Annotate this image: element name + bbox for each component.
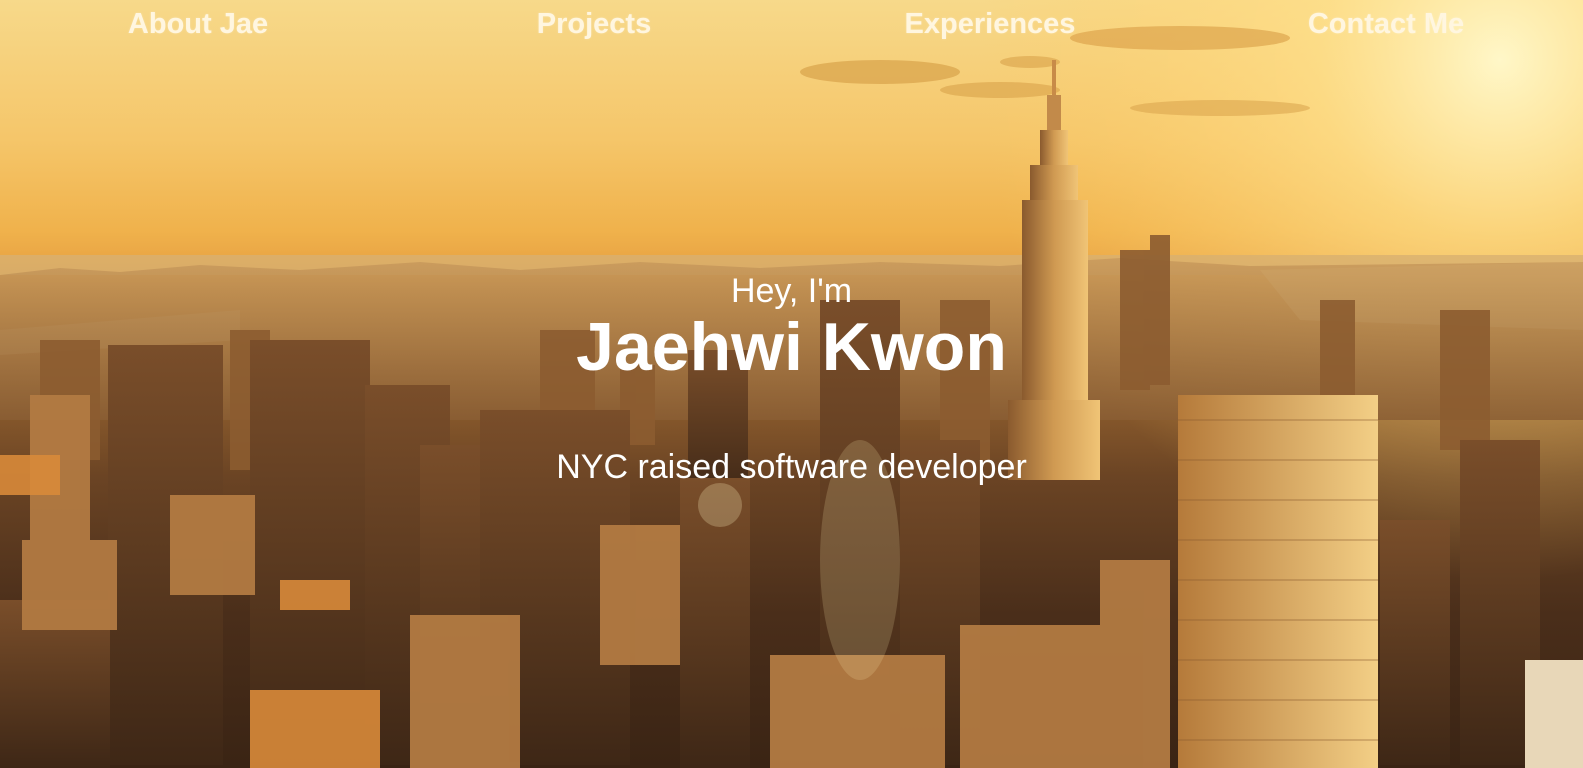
hero-tagline: NYC raised software developer bbox=[556, 448, 1027, 486]
nav-experiences-link[interactable]: Experiences bbox=[905, 8, 1076, 41]
nav-projects-link[interactable]: Projects bbox=[537, 8, 651, 41]
nav-contact-link[interactable]: Contact Me bbox=[1308, 8, 1464, 41]
main-navigation: About Jae Projects Experiences Contact M… bbox=[0, 0, 1583, 50]
hero-name: Jaehwi Kwon bbox=[576, 309, 1007, 385]
hero-greeting: Hey, I'm bbox=[730, 272, 853, 310]
hero-section: About Jae Projects Experiences Contact M… bbox=[0, 0, 1583, 768]
nav-about-link[interactable]: About Jae bbox=[128, 8, 268, 41]
